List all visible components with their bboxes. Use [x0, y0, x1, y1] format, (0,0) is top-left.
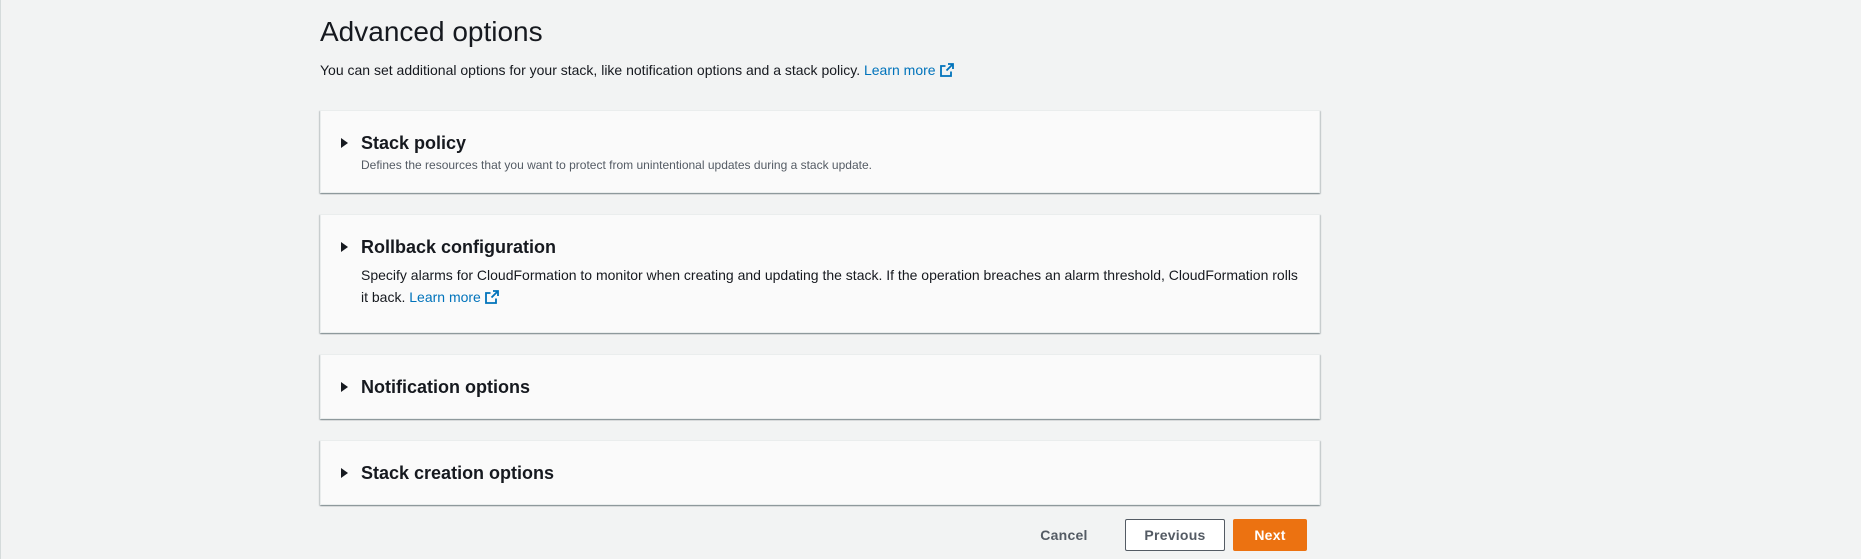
previous-button[interactable]: Previous — [1125, 519, 1225, 551]
stack-policy-description: Defines the resources that you want to p… — [361, 158, 872, 172]
stack-creation-options-toggle[interactable]: Stack creation options — [341, 461, 554, 485]
stack-policy-panel: Stack policy Defines the resources that … — [320, 110, 1320, 193]
external-link-icon — [939, 63, 954, 77]
external-link-icon — [484, 290, 499, 304]
wizard-actions: Cancel Previous Next — [1022, 519, 1322, 551]
page-description: You can set additional options for your … — [320, 60, 954, 80]
learn-more-label: Learn more — [863, 62, 936, 78]
notification-options-panel: Notification options — [320, 354, 1320, 419]
window-edge — [0, 0, 1, 559]
caret-right-icon — [341, 242, 348, 252]
rollback-configuration-title: Rollback configuration — [361, 237, 557, 257]
caret-right-icon — [341, 138, 348, 148]
rollback-learn-more-label: Learn more — [409, 289, 481, 305]
rollback-configuration-panel: Rollback configuration Specify alarms fo… — [320, 214, 1320, 333]
rollback-configuration-description: Specify alarms for CloudFormation to mon… — [361, 264, 1299, 308]
caret-right-icon — [341, 468, 348, 478]
cancel-button[interactable]: Cancel — [1022, 519, 1106, 551]
next-button[interactable]: Next — [1233, 519, 1307, 551]
stack-creation-options-panel: Stack creation options — [320, 440, 1320, 505]
page-title: Advanced options — [320, 16, 543, 47]
rollback-description-text: Specify alarms for CloudFormation to mon… — [361, 267, 1298, 305]
page-description-text: You can set additional options for your … — [320, 62, 861, 78]
learn-more-link[interactable]: Learn more — [864, 62, 954, 78]
stack-creation-options-title: Stack creation options — [361, 463, 555, 483]
caret-right-icon — [341, 382, 348, 392]
stack-policy-toggle[interactable]: Stack policy — [341, 131, 466, 155]
rollback-configuration-toggle[interactable]: Rollback configuration — [341, 235, 556, 259]
rollback-learn-more-link[interactable]: Learn more — [409, 289, 499, 305]
notification-options-toggle[interactable]: Notification options — [341, 375, 530, 399]
stack-policy-title: Stack policy — [361, 133, 467, 153]
notification-options-title: Notification options — [361, 377, 530, 397]
